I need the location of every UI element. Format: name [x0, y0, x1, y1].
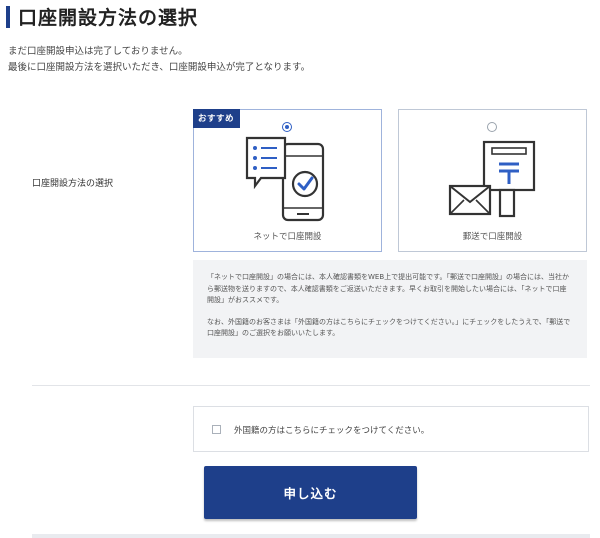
foreign-nationality-checkbox[interactable] [212, 425, 221, 434]
intro-line-1: まだ口座開設申込は完了しておりません。 [8, 46, 188, 57]
mailbox-envelope-icon [448, 140, 536, 218]
option-label-net: ネットで口座開設 [253, 232, 322, 242]
selection-label: 口座開設方法の選択 [32, 179, 114, 189]
smartphone-chat-check-icon [245, 136, 325, 222]
note-paragraph-2: なお、外国籍のお客さまは「外国籍の方はこちらにチェックをつけてください。」にチェ… [207, 317, 571, 338]
foreign-nationality-label[interactable]: 外国籍の方はこちらにチェックをつけてください。 [234, 424, 429, 436]
option-label-post: 郵送で口座開設 [462, 232, 523, 242]
section-divider [32, 385, 590, 386]
option-card-net[interactable]: おすすめ ネットで口座開設 [193, 109, 382, 252]
radio-post[interactable] [487, 122, 497, 132]
radio-net[interactable] [282, 122, 292, 132]
intro-text: まだ口座開設申込は完了しておりません。 最後に口座開設方法を選択いただき、口座開… [8, 44, 310, 76]
page-title: 口座開設方法の選択 [18, 7, 199, 29]
option-card-post[interactable]: 郵送で口座開設 [398, 109, 587, 252]
recommended-badge: おすすめ [193, 109, 241, 128]
intro-line-2: 最後に口座開設方法を選択いただき、口座開設申込が完了となります。 [8, 62, 311, 73]
method-note: 「ネットで口座開設」の場合には、本人確認書類をWEB上で提出可能です。「郵送で口… [193, 260, 587, 358]
foreign-nationality-box: 外国籍の方はこちらにチェックをつけてください。 [193, 406, 589, 452]
title-accent-bar [6, 6, 10, 28]
submit-button[interactable]: 申し込む [204, 466, 417, 519]
note-paragraph-1: 「ネットで口座開設」の場合には、本人確認書類をWEB上で提出可能です。「郵送で口… [207, 273, 569, 304]
bottom-divider [32, 534, 590, 538]
